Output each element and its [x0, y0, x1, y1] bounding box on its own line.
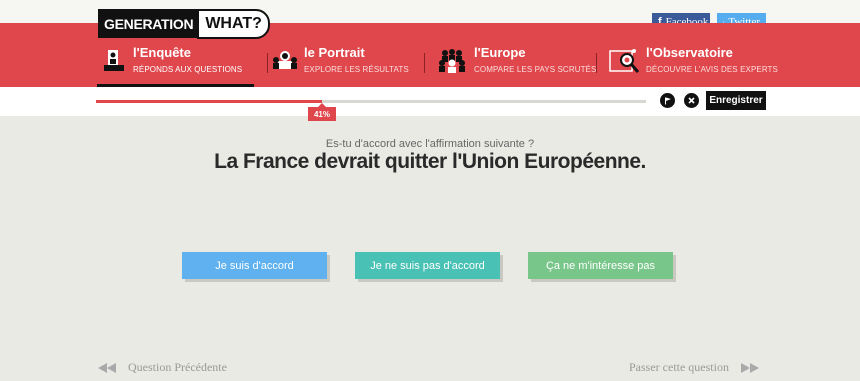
- progress-percent-badge: 41%: [308, 103, 336, 121]
- answer-not-interested-button[interactable]: Ça ne m'intéresse pas: [528, 252, 673, 279]
- logo-part-generation: GENERATION: [98, 9, 200, 38]
- nav-subtitle-enquete: RÉPONDS AUX QUESTIONS: [133, 65, 243, 74]
- nav-separator: [596, 53, 597, 73]
- close-button[interactable]: [684, 93, 699, 108]
- save-button[interactable]: Enregistrer: [706, 91, 766, 110]
- europe-group-icon: [439, 49, 465, 73]
- nav-separator: [267, 53, 268, 73]
- generation-what-logo[interactable]: GENERATION WHAT?: [98, 8, 270, 39]
- nav-title-portrait: le Portrait: [304, 45, 365, 60]
- nav-item-portrait[interactable]: le Portrait EXPLORE LES RÉSULTATS: [271, 23, 421, 87]
- flag-button[interactable]: [660, 93, 675, 108]
- logo-part-what: WHAT?: [197, 8, 270, 39]
- question-intro: Es-tu d'accord avec l'affirmation suivan…: [325, 138, 535, 150]
- nav-item-europe[interactable]: l'Europe COMPARE LES PAYS SCRUTÉS: [437, 23, 596, 87]
- nav-subtitle-europe: COMPARE LES PAYS SCRUTÉS: [474, 65, 597, 74]
- nav-title-enquete: l'Enquête: [133, 45, 191, 60]
- nav-title-europe: l'Europe: [474, 45, 526, 60]
- nav-title-observatoire: l'Observatoire: [646, 45, 733, 60]
- double-arrow-right-icon: [740, 362, 759, 373]
- portrait-icon: [273, 51, 297, 69]
- nav-subtitle-portrait: EXPLORE LES RÉSULTATS: [304, 65, 409, 74]
- answer-disagree-button[interactable]: Je ne suis pas d'accord: [355, 252, 500, 279]
- close-icon: [688, 97, 695, 104]
- nav-subtitle-observatoire: DÉCOUVRE L'AVIS DES EXPERTS: [646, 65, 778, 74]
- progress-fill: [96, 100, 322, 103]
- magnifier-icon: [609, 49, 640, 73]
- skip-question-link[interactable]: Passer cette question: [629, 360, 759, 375]
- question-text: La France devrait quitter l'Union Europé…: [214, 150, 646, 173]
- survey-icon: [104, 50, 124, 71]
- previous-question-label: Question Précédente: [128, 360, 227, 374]
- answer-agree-button[interactable]: Je suis d'accord: [182, 252, 327, 279]
- nav-item-observatoire[interactable]: l'Observatoire DÉCOUVRE L'AVIS DES EXPER…: [609, 23, 778, 87]
- double-arrow-left-icon: [98, 362, 116, 373]
- previous-question-link[interactable]: Question Précédente: [98, 360, 227, 375]
- flag-icon: [664, 97, 671, 104]
- nav-separator: [424, 53, 425, 73]
- skip-question-label: Passer cette question: [629, 360, 729, 374]
